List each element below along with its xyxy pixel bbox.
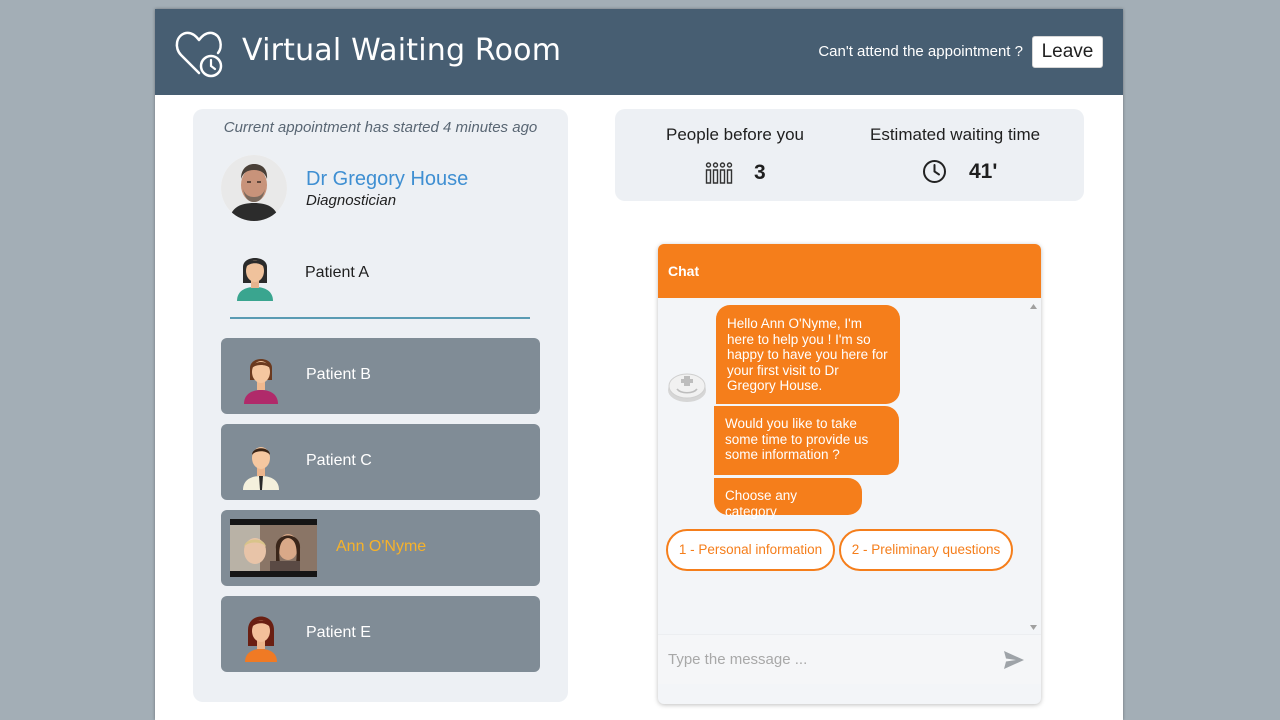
chat-messages: Hello Ann O'Nyme, I'm here to help you !…	[658, 298, 1041, 634]
chat-message-input[interactable]	[658, 635, 988, 683]
chat-title: Chat	[668, 263, 700, 279]
queue-item-label: Ann O'Nyme	[336, 538, 427, 555]
heart-clock-logo-icon	[175, 31, 223, 78]
chat-input-bar	[658, 634, 1041, 684]
doctor-photo-icon	[221, 155, 287, 221]
chat-header: Chat	[658, 244, 1041, 298]
chat-widget: Chat Hello Ann O'Nyme, I'm here to help …	[658, 244, 1041, 704]
chat-message-bot: Would you like to take some time to prov…	[714, 406, 899, 475]
appointment-status: Current appointment has started 4 minute…	[223, 119, 538, 136]
waiting-stats-panel: People before you 3 Estimated waiting ti…	[615, 109, 1084, 201]
self-video-thumbnail	[230, 519, 317, 577]
people-queue-icon	[705, 162, 733, 184]
woman-avatar-icon	[244, 359, 278, 404]
send-icon[interactable]	[1003, 649, 1025, 671]
option-preliminary-questions[interactable]: 2 - Preliminary questions	[839, 529, 1013, 571]
cant-attend-text: Can't attend the appointment ?	[818, 43, 1023, 60]
queue-item-label: Patient B	[306, 366, 371, 383]
man-avatar-icon	[243, 447, 279, 490]
chat-message-bot: Choose any category	[714, 478, 862, 519]
option-personal-information[interactable]: 1 - Personal information	[666, 529, 835, 571]
queue-item-patient-c[interactable]: Patient C	[221, 424, 540, 500]
queue-panel: Current appointment has started 4 minute…	[193, 109, 568, 702]
waiting-time-label: Estimated waiting time	[870, 125, 1041, 144]
doctor-role: Diagnostician	[306, 192, 397, 209]
people-before-label: People before you	[666, 125, 804, 144]
app-title: Virtual Waiting Room	[242, 33, 562, 68]
doctor-name: Dr Gregory House	[306, 168, 469, 190]
bot-avatar-icon	[668, 373, 706, 402]
chat-scrollbar[interactable]	[1028, 302, 1039, 632]
top-bar: Virtual Waiting Room Can't attend the ap…	[155, 9, 1123, 95]
video-feed-icon	[230, 519, 317, 577]
woman-avatar-icon	[237, 258, 273, 301]
queue-item-label: Patient E	[306, 624, 371, 641]
people-before-value: 3	[754, 161, 766, 184]
clock-icon	[923, 160, 946, 183]
queue-item-self[interactable]: Ann O'Nyme	[221, 510, 540, 586]
app-window: Virtual Waiting Room Can't attend the ap…	[155, 9, 1123, 720]
queue-divider	[230, 317, 530, 319]
girl-avatar-icon	[245, 616, 277, 662]
leave-button[interactable]: Leave	[1032, 36, 1103, 68]
queue-item-label: Patient C	[306, 452, 372, 469]
queue-item-patient-e[interactable]: Patient E	[221, 596, 540, 672]
chat-message-bot: Hello Ann O'Nyme, I'm here to help you !…	[716, 305, 900, 404]
doctor-avatar	[221, 155, 287, 221]
waiting-time-value: 41'	[969, 160, 998, 183]
queue-item-patient-b[interactable]: Patient B	[221, 338, 540, 414]
current-patient-label: Patient A	[305, 264, 370, 281]
